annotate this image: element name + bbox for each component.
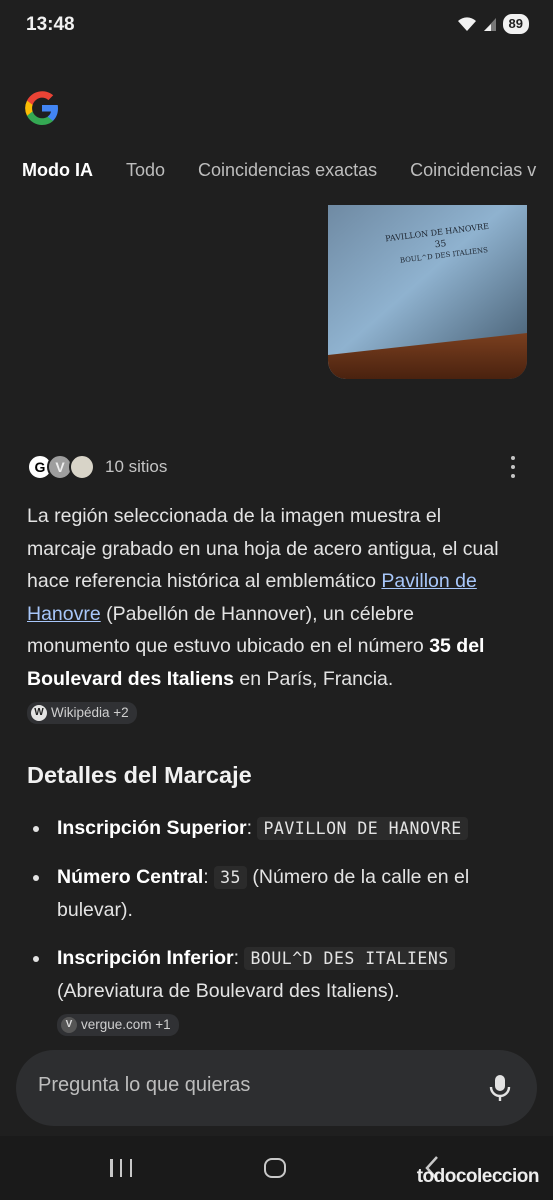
- signal-icon: [483, 16, 497, 32]
- sources-count: 10 sitios: [105, 457, 168, 476]
- wikipedia-icon: W: [31, 705, 47, 721]
- detail-label: Número Central: [57, 866, 204, 888]
- detail-code: 35: [214, 866, 247, 889]
- tab-modo-ia[interactable]: Modo IA: [22, 160, 93, 181]
- detail-sep: :: [203, 866, 215, 888]
- status-bar: 13:48 89: [0, 0, 553, 52]
- more-options-icon[interactable]: [511, 456, 517, 478]
- wifi-icon: [457, 16, 477, 32]
- search-tabs: Modo IA Todo Coincidencias exactas Coinc…: [22, 160, 553, 181]
- tab-todo[interactable]: Todo: [126, 160, 165, 181]
- detail-sep: :: [246, 817, 258, 839]
- source-favicon-image-icon: [69, 454, 95, 480]
- google-logo[interactable]: [22, 88, 62, 128]
- list-item: Número Central: 35 (Número de la calle e…: [27, 861, 507, 926]
- tab-coincidencias-exactas[interactable]: Coincidencias exactas: [198, 160, 377, 181]
- list-item: Inscripción Superior: PAVILLON DE HANOVR…: [27, 812, 507, 845]
- microphone-icon[interactable]: [489, 1074, 511, 1102]
- detail-sep: :: [233, 947, 245, 969]
- vergue-icon: V: [61, 1017, 77, 1033]
- ai-answer-paragraph: La región seleccionada de la imagen mues…: [27, 500, 507, 728]
- detail-code: BOUL^D DES ITALIENS: [244, 947, 455, 970]
- citation-chip-wikipedia[interactable]: W Wikipédia +2: [27, 702, 137, 724]
- detail-label: Inscripción Superior: [57, 817, 247, 839]
- details-heading: Detalles del Marcaje: [27, 762, 252, 788]
- engraving-number: 35: [434, 239, 447, 250]
- home-icon[interactable]: [264, 1158, 286, 1178]
- ask-bar[interactable]: Pregunta lo que quieras: [16, 1050, 537, 1126]
- status-time: 13:48: [26, 14, 75, 35]
- detail-code: PAVILLON DE HANOVRE: [257, 817, 468, 840]
- list-item: Inscripción Inferior: BOUL^D DES ITALIEN…: [27, 942, 507, 1039]
- ask-input[interactable]: Pregunta lo que quieras: [38, 1074, 250, 1097]
- citation-label: Wikipédia +2: [51, 705, 129, 720]
- citation-label: vergue.com +1: [81, 1017, 171, 1032]
- details-list: Inscripción Superior: PAVILLON DE HANOVR…: [27, 812, 507, 1055]
- battery-indicator: 89: [502, 14, 529, 34]
- recents-icon[interactable]: [110, 1159, 132, 1177]
- citation-chip-vergue[interactable]: Vvergue.com +1: [57, 1014, 179, 1036]
- tab-coincidencias-visuales[interactable]: Coincidencias v: [410, 160, 536, 181]
- source-favicons: G V: [27, 453, 99, 481]
- watermark: todocoleccion: [416, 1166, 540, 1187]
- answer-text: en París, Francia.: [234, 667, 394, 690]
- sources-row[interactable]: G V 10 sitios: [27, 452, 527, 482]
- status-icons: 89: [457, 14, 529, 34]
- detail-text: (Abreviatura de Boulevard des Italiens).: [57, 980, 400, 1002]
- selected-image-thumbnail[interactable]: PAVILLON DE HANOVRE 35 BOUL^D DES ITALIE…: [328, 205, 527, 379]
- system-nav-bar: todocoleccion: [0, 1136, 553, 1200]
- detail-label: Inscripción Inferior: [57, 947, 234, 969]
